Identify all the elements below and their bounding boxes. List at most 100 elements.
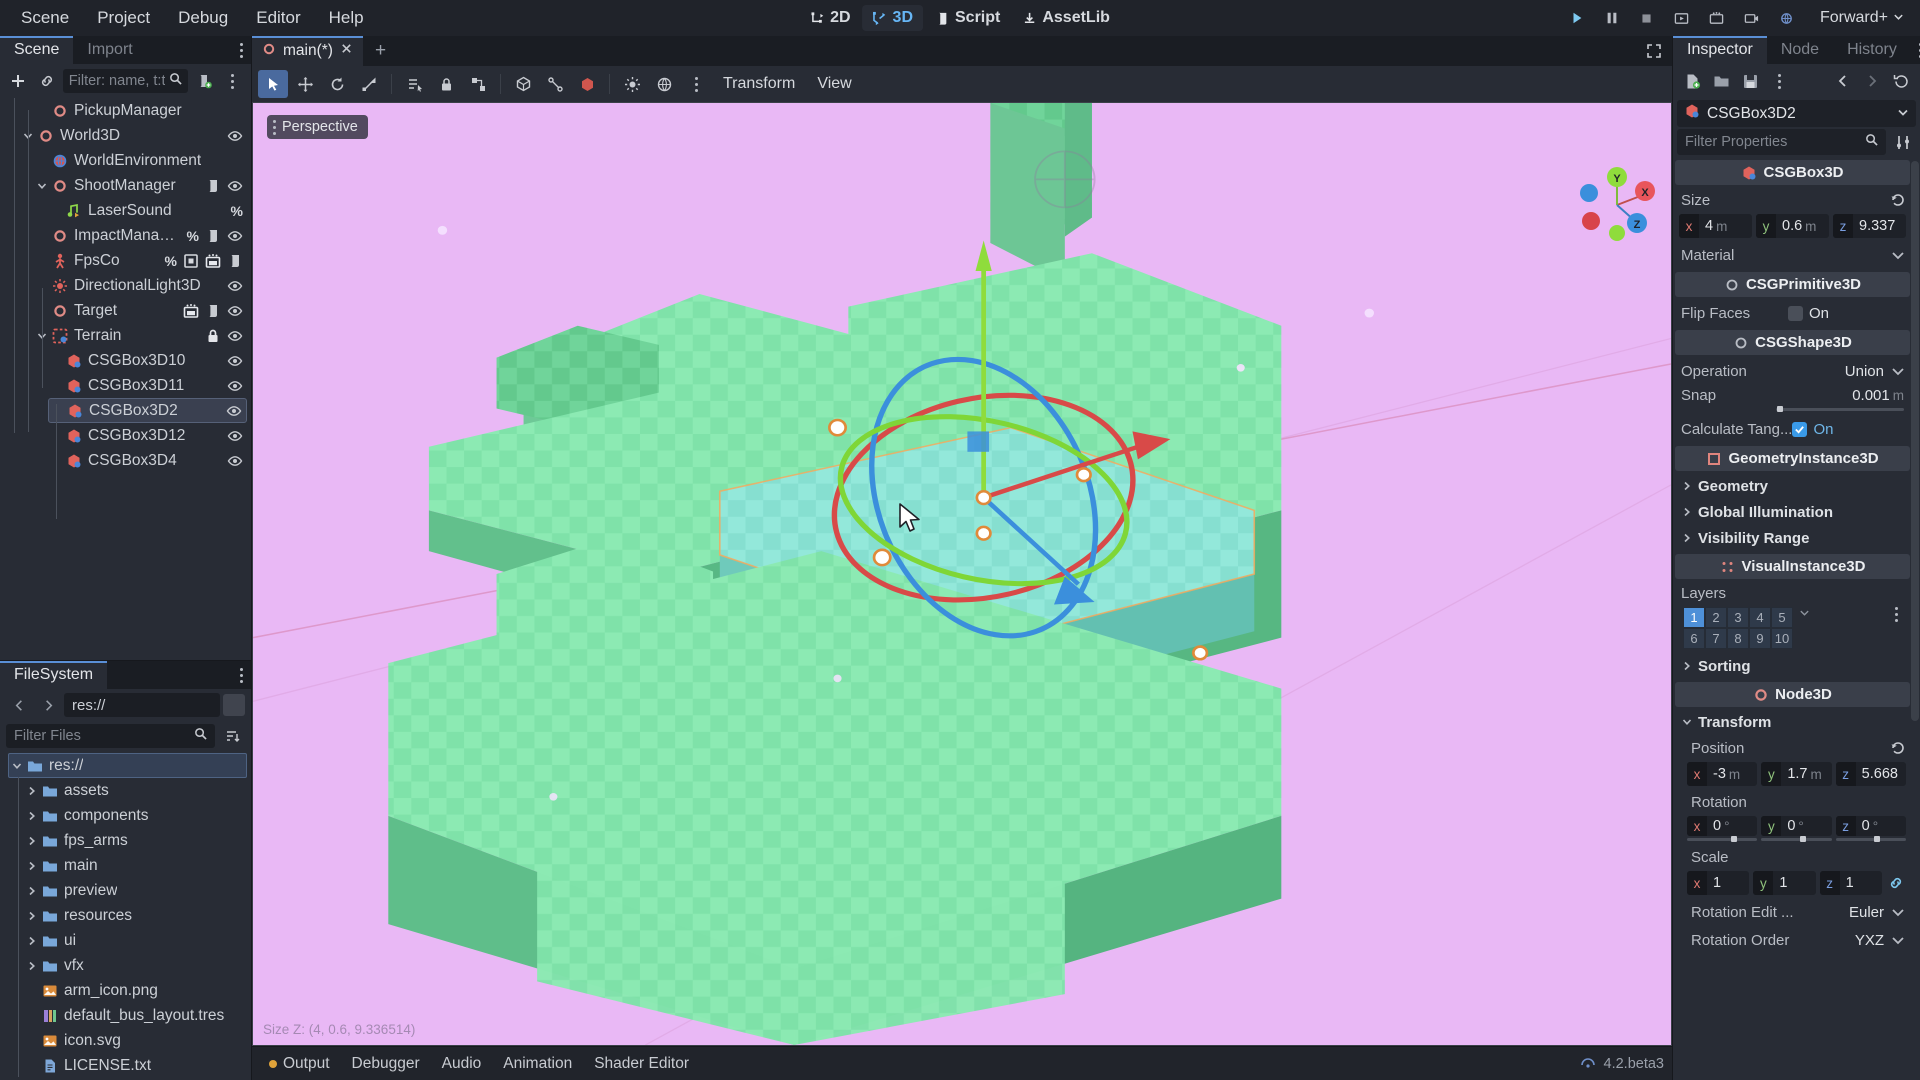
vector-axis-z-position[interactable]: z 5.668 [1835,762,1906,786]
mode-button-2d[interactable]: 2D [800,5,860,31]
property-value-combo[interactable]: YXZ [1855,932,1906,949]
script-icon[interactable] [205,178,221,194]
snap-button[interactable] [540,70,570,98]
filesystem-item-license-txt[interactable]: LICENSE.txt [24,1053,247,1078]
scene-tree-item-csgbox3d4[interactable]: CSGBox3D4 [48,448,247,473]
play-scene-button[interactable] [1666,4,1698,32]
scale-tool-button[interactable] [354,70,384,98]
menu-help[interactable]: Help [316,4,377,32]
select-tool-button[interactable] [258,70,288,98]
play-button[interactable] [1561,4,1593,32]
axis-gizmo[interactable]: Y X Z [1577,165,1657,245]
new-resource-button[interactable] [1679,68,1705,94]
vector-axis-x-rotation[interactable]: x 0 ° [1687,816,1758,842]
checkbox-icon[interactable] [1788,305,1803,321]
transform-menu-button[interactable]: Transform [713,72,805,96]
stop-button[interactable] [1631,4,1663,32]
eye-icon[interactable] [227,428,243,444]
filesystem-item-res-[interactable]: res:// [8,753,247,778]
axis-slider-x[interactable] [1687,836,1758,842]
filesystem-item-components[interactable]: components [24,803,247,828]
property-flip-faces[interactable]: Flip Faces On [1673,299,1912,327]
scene-tree-item-fpsco[interactable]: FpsCo% [34,248,247,273]
mode-button-3d[interactable]: 3D [862,5,923,31]
scene-filter-input[interactable]: Filter: name, t:ty [62,69,189,93]
property-rotation-order[interactable]: Rotation Order YXZ [1673,926,1912,954]
perspective-menu-button[interactable]: Perspective [267,115,368,139]
script-icon[interactable] [205,303,221,319]
scene-tree-item-shootmanager[interactable]: ShootManager [34,173,247,198]
vector-axis-y-position[interactable]: y 1.7 m [1761,762,1832,786]
script-icon[interactable] [227,253,243,269]
toggle-split-mode-button[interactable] [223,694,245,716]
fold-visibility-range[interactable]: Visibility Range [1673,525,1912,551]
inspector-properties-list[interactable]: CSGBox3D Size x 4 my 0.6 mz 9.337 Material… [1673,157,1920,1080]
pause-button[interactable] [1596,4,1628,32]
fold-geometry[interactable]: Geometry [1673,473,1912,499]
history-back-button[interactable] [1830,68,1856,94]
chevron-down-icon[interactable] [34,180,50,192]
gizmo-button[interactable] [572,70,602,98]
inspector-selected-object[interactable]: CSGBox3D2 [1677,100,1916,127]
scene-tab-main[interactable]: main(*) [252,36,363,66]
layers-expand-icon[interactable] [1799,607,1810,620]
filesystem-item-default-bus-layout-tres[interactable]: default_bus_layout.tres [24,1003,247,1028]
eye-icon[interactable] [226,403,242,419]
history-icon-button[interactable] [1888,68,1914,94]
filesystem-item-main[interactable]: main [24,853,247,878]
inspector-category-geometryinstance3d[interactable]: GeometryInstance3D [1675,446,1910,471]
filesystem-tree[interactable]: res:// assets components fps_arms main previe… [0,751,251,1080]
scene-dock-menu-button[interactable] [232,36,251,64]
vector-axis-z-size[interactable]: z 9.337 [1833,214,1906,238]
bottom-tab-output[interactable]: Output [260,1051,339,1077]
fold-transform[interactable]: Transform [1673,709,1912,735]
chevron-right-icon[interactable] [24,885,40,897]
inspector-scrollbar[interactable] [1911,161,1919,721]
remote-debug-button[interactable] [1771,4,1803,32]
chevron-right-icon[interactable] [24,860,40,872]
property-value-checkbox[interactable]: On [1792,421,1906,438]
menu-scene[interactable]: Scene [8,4,82,32]
lock-button[interactable] [431,70,461,98]
save-resource-button[interactable] [1737,68,1763,94]
nav-forward-button[interactable] [35,692,61,718]
viewport-more-button[interactable] [681,70,711,98]
group-button[interactable] [463,70,493,98]
property-value-combo[interactable]: Euler [1849,904,1906,921]
tab-filesystem[interactable]: FileSystem [0,661,108,689]
filesystem-item-arm-icon-png[interactable]: arm_icon.png [24,978,247,1003]
3d-viewport[interactable]: Y X Z Perspective Size Z: (4, 0.6, 9.336… [252,102,1672,1046]
attach-script-button[interactable] [192,68,216,94]
layer-cell-6[interactable]: 6 [1683,628,1705,649]
filesystem-item-assets[interactable]: assets [24,778,247,803]
scene-tree-item-pickupmanager[interactable]: PickupManager [34,98,247,123]
scene-tree-item-directionallight3d[interactable]: DirectionalLight3D [34,273,247,298]
scene-tree-item-lasersound[interactable]: LaserSound% [48,198,247,223]
renderer-selector[interactable]: Forward+ [1812,6,1912,30]
filesystem-filter-input[interactable]: Filter Files [6,724,215,748]
mode-button[interactable] [508,70,538,98]
play-custom-scene-button[interactable] [1701,4,1733,32]
chevron-right-icon[interactable] [24,910,40,922]
layer-cell-8[interactable]: 8 [1727,628,1749,649]
slider-track[interactable] [1776,406,1904,412]
movie-writer-button[interactable] [1736,4,1768,32]
vector-axis-x-scale[interactable]: x 1 [1687,871,1750,895]
eye-icon[interactable] [227,303,243,319]
close-icon[interactable] [340,42,353,60]
layer-cell-2[interactable]: 2 [1705,607,1727,628]
rotate-tool-button[interactable] [322,70,352,98]
lock-icon[interactable] [205,328,221,344]
layer-cell-5[interactable]: 5 [1771,607,1793,628]
vector-axis-x-position[interactable]: x -3 m [1687,762,1758,786]
eye-icon[interactable] [227,353,243,369]
scene-tree-options-button[interactable] [221,68,245,94]
checkbox-icon[interactable] [1792,421,1808,437]
property-value-combo[interactable] [1884,247,1906,263]
mode-button-script[interactable]: Script [925,5,1010,31]
filesystem-item-resources[interactable]: resources [24,903,247,928]
vector-axis-y-rotation[interactable]: y 0 ° [1761,816,1832,842]
filesystem-item-vfx[interactable]: vfx [24,953,247,978]
environment-icon-button[interactable] [649,70,679,98]
tab-history[interactable]: History [1833,36,1911,64]
